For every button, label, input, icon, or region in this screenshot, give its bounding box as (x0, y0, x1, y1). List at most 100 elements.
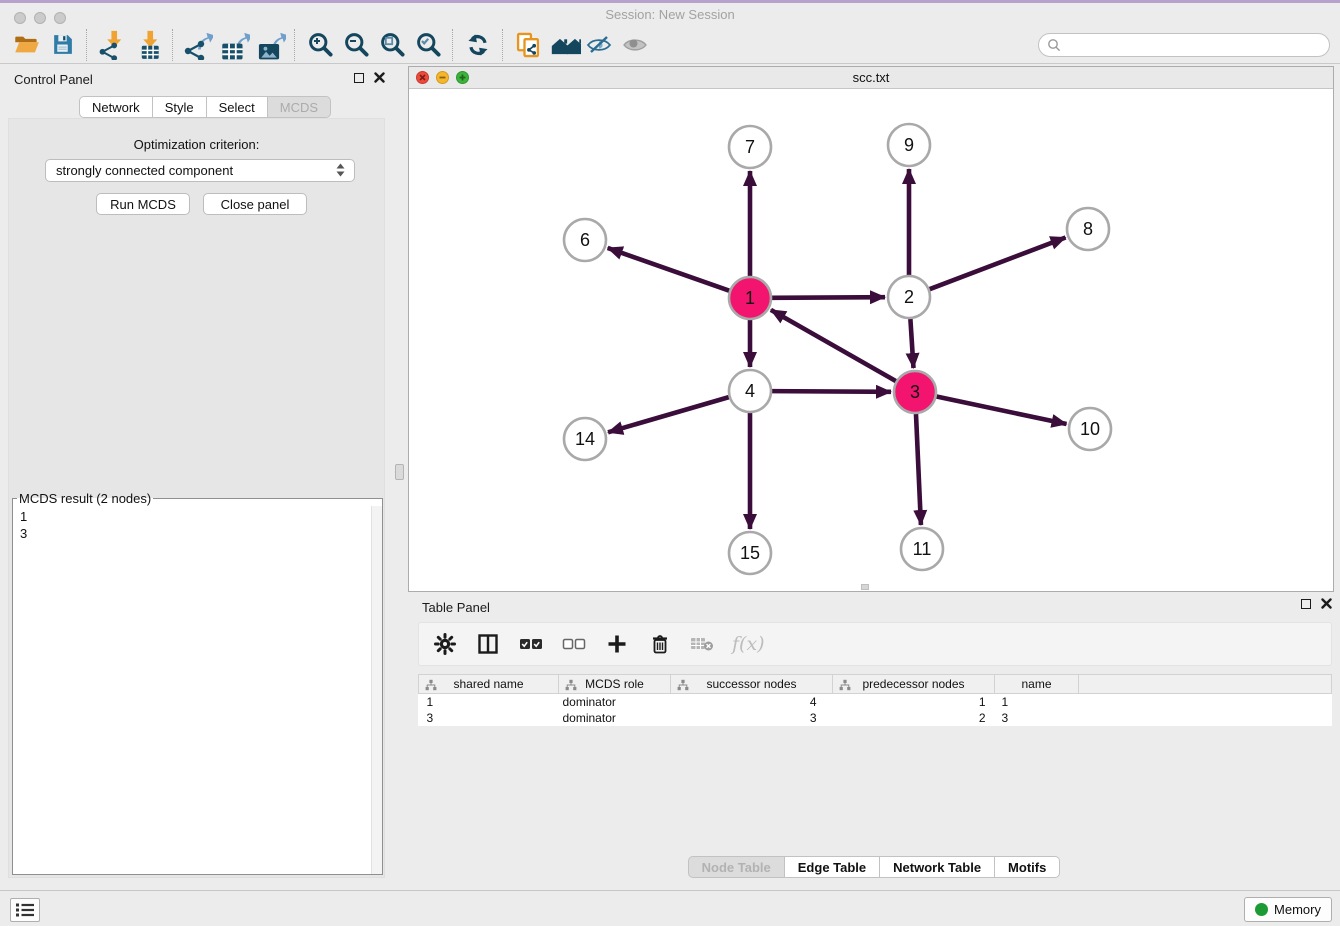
tab-network-table[interactable]: Network Table (880, 856, 995, 878)
tab-motifs[interactable]: Motifs (995, 856, 1060, 878)
table-cell[interactable]: 4 (671, 694, 833, 711)
zoom-in-button[interactable] (302, 28, 338, 62)
table-cell[interactable]: 2 (833, 710, 995, 726)
memory-button[interactable]: Memory (1244, 897, 1332, 922)
hide-selected-button[interactable] (582, 28, 618, 62)
control-panel: Control Panel Network Style Select MCDS … (0, 64, 393, 890)
table-row[interactable]: 3dominator323 (419, 710, 1332, 726)
table-cell-filler (1079, 694, 1332, 711)
table-cell[interactable]: 1 (995, 694, 1079, 711)
graph-edge-2-3[interactable] (910, 319, 913, 368)
zoom-out-button[interactable] (338, 28, 374, 62)
open-session-button[interactable] (8, 28, 44, 62)
show-columns-button[interactable] (474, 630, 502, 658)
select-all-columns-button[interactable] (517, 630, 545, 658)
table-toolbar: f(x) (418, 622, 1332, 666)
export-table-button[interactable] (216, 28, 252, 62)
table-cell[interactable]: dominator (559, 710, 671, 726)
graph-node-label: 2 (904, 287, 914, 307)
panel-splitter[interactable] (393, 64, 408, 890)
refresh-icon (465, 32, 491, 58)
table-cell[interactable]: 3 (419, 710, 559, 726)
float-panel-icon[interactable] (354, 73, 364, 83)
close-panel-icon[interactable] (374, 72, 385, 83)
delete-column-button[interactable] (646, 630, 674, 658)
export-network-button[interactable] (180, 28, 216, 62)
network-graph[interactable]: 7968124314101511 (409, 88, 1333, 591)
mcds-result-list[interactable]: 1 3 (13, 506, 372, 874)
frame-resize-grip[interactable] (861, 584, 869, 590)
zoom-selected-button[interactable] (410, 28, 446, 62)
mcds-result-line[interactable]: 3 (20, 525, 372, 542)
export-image-button[interactable] (252, 28, 288, 62)
tab-network[interactable]: Network (79, 96, 153, 118)
maximize-network-button[interactable] (456, 71, 469, 84)
delete-table-button[interactable] (689, 630, 717, 658)
float-table-panel-icon[interactable] (1301, 599, 1311, 609)
network-window-titlebar[interactable]: scc.txt (409, 67, 1333, 89)
minimize-window-button[interactable] (34, 12, 46, 24)
network-window: scc.txt 7968124314101511 (408, 66, 1334, 592)
table-settings-button[interactable] (431, 630, 459, 658)
home-layout-button[interactable] (546, 28, 582, 62)
task-history-button[interactable] (10, 898, 40, 922)
import-network-button[interactable] (94, 28, 130, 62)
tab-select[interactable]: Select (207, 96, 268, 118)
toolbar-separator (294, 29, 296, 61)
column-header-successor-nodes[interactable]: successor nodes (671, 675, 833, 694)
import-table-button[interactable] (130, 28, 166, 62)
graph-edge-2-8[interactable] (930, 238, 1066, 290)
close-table-panel-icon[interactable] (1321, 598, 1332, 609)
result-scrollbar[interactable] (371, 506, 382, 874)
function-builder-button[interactable]: f(x) (732, 630, 765, 658)
table-cell[interactable]: 3 (995, 710, 1079, 726)
mcds-result-box: MCDS result (2 nodes) 1 3 (12, 491, 383, 875)
mcds-result-line[interactable]: 1 (20, 508, 372, 525)
table-header-row: shared name MCDS role successor nodes pr… (419, 675, 1332, 694)
graph-edge-3-1[interactable] (771, 310, 896, 381)
table-cell[interactable]: 1 (419, 694, 559, 711)
export-network-icon (183, 30, 213, 60)
graph-edge-3-11[interactable] (916, 414, 921, 525)
tab-edge-table[interactable]: Edge Table (785, 856, 880, 878)
graph-edge-3-10[interactable] (937, 397, 1067, 424)
tab-mcds[interactable]: MCDS (268, 96, 331, 118)
tab-style[interactable]: Style (153, 96, 207, 118)
table-cell[interactable]: 1 (833, 694, 995, 711)
splitter-grip[interactable] (395, 464, 404, 480)
trash-icon (649, 633, 671, 655)
table-cell[interactable]: dominator (559, 694, 671, 711)
table-cell[interactable]: 3 (671, 710, 833, 726)
main-toolbar (0, 26, 1340, 64)
add-column-button[interactable] (603, 630, 631, 658)
column-header-name[interactable]: name (995, 675, 1079, 694)
search-input[interactable] (1061, 35, 1329, 55)
graph-edge-4-3[interactable] (772, 391, 891, 392)
optimization-select[interactable]: strongly connected component (45, 159, 355, 182)
close-network-button[interactable] (416, 71, 429, 84)
zoom-fit-button[interactable] (374, 28, 410, 62)
minimize-network-button[interactable] (436, 71, 449, 84)
close-window-button[interactable] (14, 12, 26, 24)
hierarchy-icon (839, 679, 851, 691)
zoom-window-button[interactable] (54, 12, 66, 24)
clone-network-button[interactable] (510, 28, 546, 62)
column-header-mcds-role[interactable]: MCDS role (559, 675, 671, 694)
column-header-predecessor-nodes[interactable]: predecessor nodes (833, 675, 995, 694)
graph-edge-1-6[interactable] (608, 248, 730, 291)
graph-edge-1-2[interactable] (772, 297, 885, 298)
refresh-view-button[interactable] (460, 28, 496, 62)
close-panel-button[interactable]: Close panel (203, 193, 307, 215)
deselect-all-columns-button[interactable] (560, 630, 588, 658)
save-session-button[interactable] (44, 28, 80, 62)
toolbar-separator (86, 29, 88, 61)
search-box[interactable] (1038, 33, 1330, 57)
column-header-shared-name[interactable]: shared name (419, 675, 559, 694)
tab-node-table[interactable]: Node Table (688, 856, 785, 878)
table-row[interactable]: 1dominator411 (419, 694, 1332, 711)
show-all-button[interactable] (618, 28, 654, 62)
unchecked-boxes-icon (562, 637, 586, 651)
run-mcds-button[interactable]: Run MCDS (96, 193, 190, 215)
graph-edge-4-14[interactable] (608, 397, 729, 432)
window-titlebar[interactable]: Session: New Session (0, 3, 1340, 26)
